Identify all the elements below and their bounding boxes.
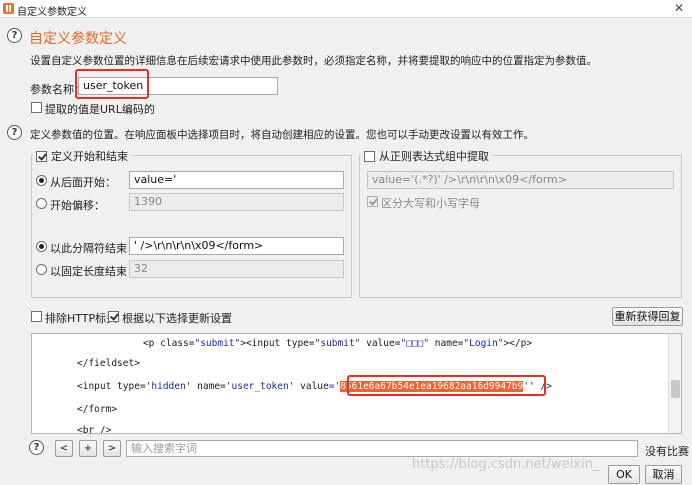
response-line-1-token: "submit" (314, 338, 361, 349)
close-button[interactable]: ✕ (668, 1, 690, 16)
ok-button[interactable]: OK (608, 465, 640, 484)
help-icon[interactable]: ? (7, 28, 22, 43)
start-offset-label: 开始偏移： (50, 199, 105, 212)
start-after-label: 从后面开始： (50, 176, 116, 189)
case-sensitive-label: 区分大写和小写字母 (381, 197, 480, 210)
case-sensitive-checkbox[interactable] (367, 196, 378, 207)
regex-group-checkbox[interactable] (364, 150, 375, 162)
help-icon[interactable]: ? (29, 440, 44, 455)
response-line-1-token: ><input (240, 338, 286, 349)
fixed-length-radio[interactable] (36, 264, 47, 275)
response-line-1-token: <p (142, 338, 161, 349)
exclude-headers-checkbox[interactable] (31, 311, 42, 322)
response-scrollbar[interactable] (668, 334, 681, 433)
url-encoded-checkbox[interactable] (31, 102, 42, 113)
response-line-1-token: ></p> (503, 338, 533, 349)
response-line-1: <p class="submit"><input type="submit" v… (40, 338, 532, 349)
regex-input[interactable]: value='(.*?)' />\r\n\r\n\x09</form> (367, 171, 674, 189)
search-input[interactable]: 输入搜索字词 (126, 440, 638, 457)
page-title: 自定义参数定义 (29, 31, 127, 47)
response-line-1-token: "submit" (194, 338, 241, 349)
start-after-radio[interactable] (36, 175, 47, 186)
regex-group-label: 从正则表达式组中提取 (379, 150, 489, 163)
response-line-1-token: "□□□" (400, 338, 430, 349)
define-start-end-label: 定义开始和结束 (51, 150, 128, 163)
fixed-length-input[interactable]: 32 (129, 260, 344, 278)
title-bar: 自定义参数定义 ✕ (0, 0, 692, 18)
response-scroll-thumb[interactable] (671, 380, 680, 398)
start-offset-radio[interactable] (36, 198, 47, 209)
exclude-headers-label: 排除HTTP标头 (45, 312, 118, 325)
location-description: 定义参数值的位置。在响应面板中选择项目时，将自动创建相应的设置。您也可以手动更改… (30, 129, 534, 141)
search-add-button[interactable]: + (79, 440, 97, 457)
burp-app-icon (3, 3, 14, 14)
update-on-select-checkbox[interactable] (108, 311, 119, 322)
response-line-2: </fieldset> (77, 358, 140, 369)
fixed-length-label: 以固定长度结束： (50, 265, 138, 278)
watermark-text: https://blog.csdn.net/weixin_ (412, 457, 600, 472)
search-next-button[interactable]: > (103, 440, 121, 457)
response-line-1-token: type (286, 338, 309, 349)
highlight-box-param-name (75, 69, 149, 99)
define-start-end-checkbox[interactable] (36, 150, 47, 162)
refetch-response-button[interactable]: 重新获得回复 (612, 307, 683, 326)
response-line-1-token: "Login" (463, 338, 504, 349)
url-encoded-label: 提取的值是URL编码的 (45, 103, 155, 116)
end-delimiter-input[interactable]: ' />\r\n\r\n\x09</form> (129, 237, 344, 255)
window-title: 自定义参数定义 (17, 7, 87, 18)
cancel-button[interactable]: 取消 (645, 465, 682, 484)
section-description: 设置自定义参数位置的详细信息在后续宏请求中使用此参数时，必须指定名称，并将要提取… (30, 55, 597, 67)
highlight-box-token (347, 375, 546, 396)
help-icon[interactable]: ? (7, 125, 22, 140)
end-delimiter-label: 以此分隔符结束： (50, 242, 138, 255)
start-after-input[interactable]: value=' (129, 171, 344, 189)
search-prev-button[interactable]: < (55, 440, 73, 457)
regex-group-legend: 从正则表达式组中提取 (361, 148, 492, 164)
response-line-1-token: class (160, 338, 189, 349)
search-match-status: 没有比赛 (645, 445, 689, 458)
end-delimiter-radio[interactable] (36, 241, 47, 252)
define-start-end-legend: 定义开始和结束 (33, 148, 131, 164)
response-line-5: <br /> (77, 425, 112, 434)
response-line-1-token: name (429, 338, 458, 349)
response-line-1-token: value (360, 338, 395, 349)
response-line-4: </form> (77, 404, 118, 415)
start-offset-input[interactable]: 1390 (129, 193, 344, 211)
update-on-select-label: 根据以下选择更新设置 (122, 312, 232, 325)
